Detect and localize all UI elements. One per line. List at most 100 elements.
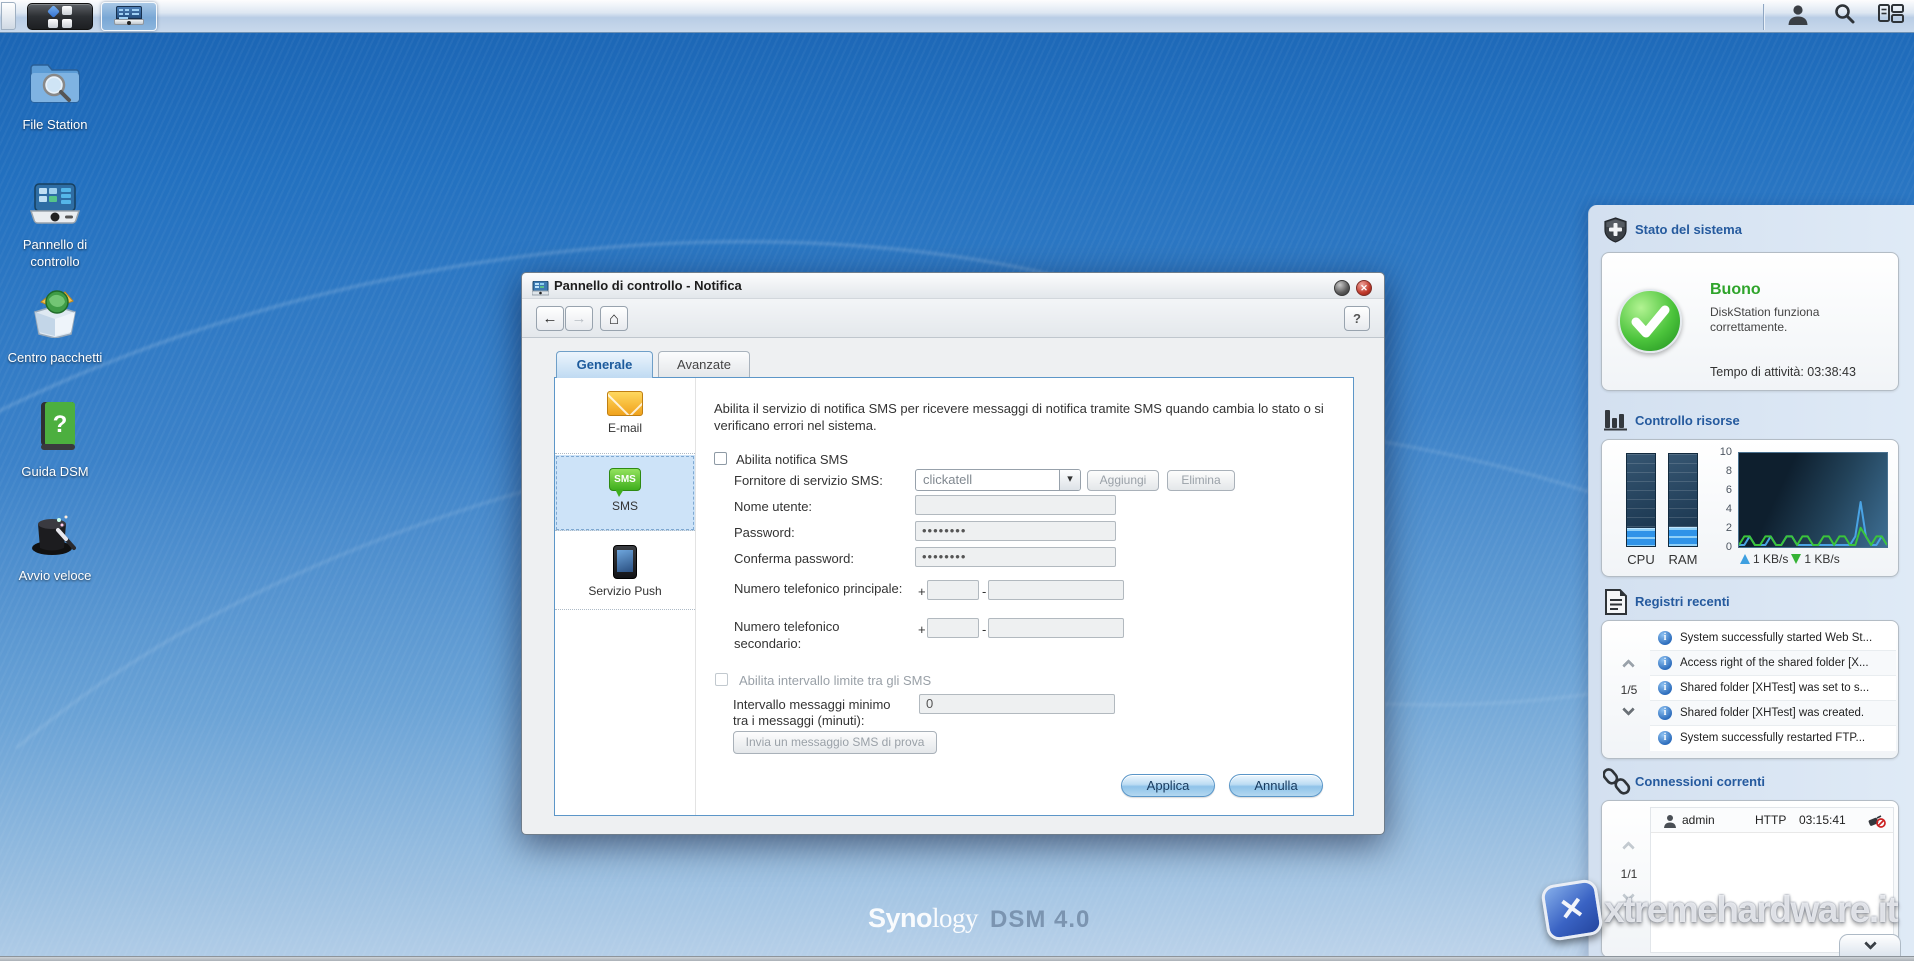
xtremehardware-watermark: xtremehardware.it (1539, 877, 1899, 943)
taskbar-active-app-control-panel[interactable] (101, 2, 157, 31)
axis-tick: 10 (1719, 446, 1732, 458)
button-label: Invia un messaggio SMS di prova (745, 735, 925, 749)
system-status-card: Buono DiskStation funziona correttamente… (1601, 252, 1899, 391)
recent-logs-card: 1/5 System successfully started Web St..… (1601, 620, 1899, 759)
desktop-icon-label: Pannello di controllo (22, 237, 88, 269)
ram-gauge (1668, 453, 1698, 547)
log-text: Shared folder [XHTest] was created. (1680, 707, 1865, 719)
desktop-icon-dsm-help[interactable]: ? Guida DSM (0, 402, 110, 480)
connection-row[interactable]: admin HTTP 03:15:41 (1651, 808, 1893, 833)
delete-provider-button[interactable]: Elimina (1167, 470, 1235, 491)
provider-select[interactable]: clickatell (915, 469, 1081, 491)
file-station-icon (28, 57, 82, 110)
axis-tick: 4 (1725, 503, 1732, 515)
back-button[interactable] (536, 306, 564, 331)
forward-button[interactable] (565, 306, 593, 331)
primary-phone-number-input[interactable] (988, 580, 1124, 600)
tab-avanzate[interactable]: Avanzate (658, 351, 750, 378)
window-titlebar[interactable]: Pannello di controllo - Notifica (522, 273, 1384, 299)
add-provider-button[interactable]: Aggiungi (1087, 470, 1159, 491)
upload-rate: 1 KB/s (1753, 552, 1789, 566)
axis-tick: 6 (1725, 484, 1732, 496)
sidebar-item-sms[interactable]: SMS (555, 455, 695, 531)
desktop-icon-quick-start[interactable]: Avvio veloce (0, 508, 110, 584)
secondary-phone-number-input[interactable] (988, 618, 1124, 638)
package-center-icon (27, 288, 83, 343)
send-test-sms-button[interactable]: Invia un messaggio SMS di prova (733, 731, 937, 754)
disconnect-icon[interactable] (1868, 813, 1886, 838)
chevron-down-icon[interactable] (1059, 470, 1080, 490)
desktop-icon-control-panel[interactable]: Pannello di controllo (0, 183, 110, 270)
password-input[interactable]: •••••••• (915, 521, 1116, 541)
system-status-header[interactable]: Stato del sistema (1635, 222, 1742, 237)
info-icon (1658, 731, 1672, 745)
minimize-button[interactable] (1334, 280, 1350, 296)
connections-icon (1602, 767, 1631, 800)
tab-label: Avanzate (677, 357, 731, 372)
confirm-password-input[interactable]: •••••••• (915, 547, 1116, 567)
main-menu-button[interactable] (27, 3, 93, 30)
ram-gauge-fill (1669, 526, 1697, 546)
password-label: Password: (734, 525, 795, 540)
log-text: System successfully started Web St... (1680, 632, 1873, 644)
input-value: 0 (926, 696, 935, 711)
username-label: Nome utente: (734, 499, 813, 514)
sidebar-item-label: E-mail (607, 421, 642, 435)
phone-separator: - (982, 584, 987, 599)
enable-sms-label[interactable]: Abilita notifica SMS (736, 451, 848, 468)
apply-button[interactable]: Applica (1121, 774, 1215, 797)
home-icon (609, 311, 619, 328)
net-line-up (1739, 501, 1888, 546)
logs-page-up-icon[interactable] (1622, 659, 1635, 672)
interval-input[interactable]: 0 (919, 694, 1115, 714)
connection-time: 03:15:41 (1799, 813, 1846, 827)
cpu-gauge (1626, 453, 1656, 547)
user-icon[interactable] (1786, 2, 1810, 31)
watermark-logo (1539, 877, 1605, 943)
button-label: Aggiungi (1099, 473, 1147, 487)
desktop-icon-file-station[interactable]: File Station (0, 57, 110, 133)
log-row[interactable]: Shared folder [XHTest] was set to s... (1650, 676, 1896, 701)
connections-header[interactable]: Connessioni correnti (1635, 774, 1765, 789)
username-input[interactable] (915, 495, 1116, 515)
ram-label: RAM (1668, 552, 1698, 567)
sidebar-item-label: Servizio Push (588, 584, 662, 598)
enable-interval-checkbox[interactable] (715, 673, 728, 686)
desktop-icon-package-center[interactable]: Centro pacchetti (0, 288, 110, 366)
recent-logs-header[interactable]: Registri recenti (1635, 594, 1730, 609)
show-desktop-handle[interactable] (1, 2, 16, 30)
dsm-version: DSM 4.0 (990, 906, 1091, 933)
home-button[interactable] (600, 306, 628, 331)
search-icon[interactable] (1832, 2, 1856, 31)
log-text: Access right of the shared folder [X... (1680, 657, 1869, 669)
info-icon (1658, 706, 1672, 720)
sidebar-item-email[interactable]: E-mail (555, 378, 695, 454)
phone-prefix: + (918, 622, 926, 637)
connections-page-up-icon[interactable] (1622, 841, 1635, 854)
close-button[interactable] (1356, 280, 1372, 296)
shield-icon (1603, 217, 1628, 248)
enable-sms-checkbox[interactable] (714, 452, 727, 465)
log-row[interactable]: System successfully started Web St... (1650, 626, 1896, 651)
primary-phone-code-input[interactable] (927, 580, 979, 600)
log-row[interactable]: System successfully restarted FTP... (1650, 726, 1896, 751)
download-rate: 1 KB/s (1804, 552, 1840, 566)
email-icon (607, 391, 643, 416)
log-row[interactable]: Access right of the shared folder [X... (1650, 651, 1896, 676)
resource-chart-icon (1603, 408, 1629, 437)
secondary-phone-code-input[interactable] (927, 618, 979, 638)
dsm-help-icon: ? (31, 402, 79, 457)
confirm-password-label: Conferma password: (734, 551, 854, 566)
help-button[interactable] (1344, 306, 1370, 331)
log-row[interactable]: Shared folder [XHTest] was created. (1650, 701, 1896, 726)
cancel-button[interactable]: Annulla (1229, 774, 1323, 797)
widgets-icon[interactable] (1878, 3, 1904, 30)
network-graph-lines (1738, 501, 1888, 546)
cpu-gauge-fill (1627, 527, 1655, 546)
resource-monitor-header[interactable]: Controllo risorse (1635, 413, 1740, 428)
sidebar-item-push[interactable]: Servizio Push (555, 532, 695, 610)
logs-page-down-icon[interactable] (1622, 703, 1635, 716)
info-icon (1658, 631, 1672, 645)
window-title: Pannello di controllo - Notifica (554, 278, 742, 293)
tab-generale[interactable]: Generale (556, 351, 653, 378)
